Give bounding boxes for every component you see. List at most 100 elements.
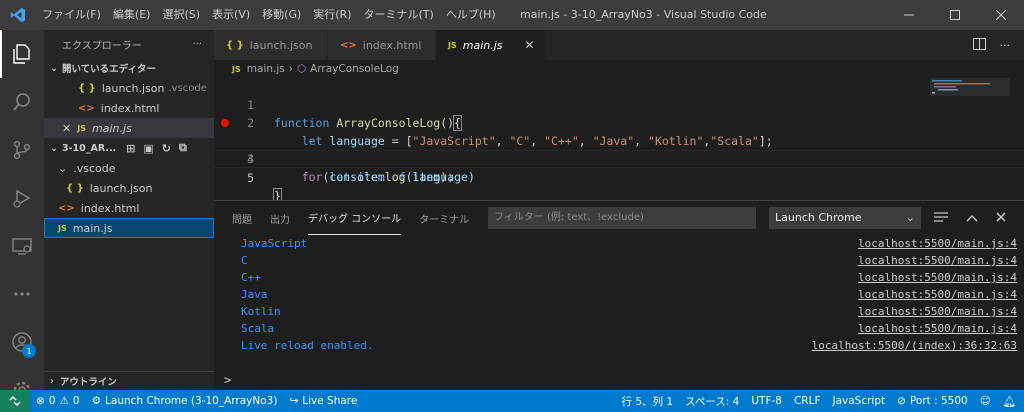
tree-file-launch-json[interactable]: { } launch.json: [44, 178, 214, 198]
json-file-icon: { }: [66, 182, 84, 194]
line-number: 5: [247, 171, 254, 185]
launch-config-select[interactable]: Launch Chrome ⌄: [769, 207, 921, 229]
tab-launch-json[interactable]: { } launch.json: [214, 30, 328, 60]
source-link[interactable]: localhost:5500/main.js:4: [858, 303, 1017, 320]
debug-status[interactable]: ⚙ Launch Chrome (3-10_ArrayNo3): [86, 395, 284, 407]
source-link[interactable]: localhost:5500/main.js:4: [858, 235, 1017, 252]
close-tab-icon[interactable]: ✕: [525, 38, 535, 52]
cursor-position[interactable]: 行 5、列 1: [616, 394, 680, 409]
search-icon[interactable]: [0, 78, 44, 126]
console-input[interactable]: >: [224, 373, 231, 387]
tree-folder-vscode[interactable]: ⌄ .vscode: [44, 158, 214, 178]
open-editor-detail: .vscode: [168, 82, 207, 94]
open-editor-launch-json[interactable]: { } launch.json .vscode: [44, 78, 214, 98]
breadcrumb-symbol[interactable]: ArrayConsoleLog: [310, 63, 399, 75]
new-file-icon[interactable]: ⊞: [126, 142, 135, 155]
maximize-panel-icon[interactable]: [966, 212, 978, 225]
tab-actions: ···: [972, 30, 1024, 60]
minimize-button[interactable]: [886, 0, 932, 30]
split-editor-icon[interactable]: [972, 37, 986, 53]
console-line: Clocalhost:5500/main.js:4: [241, 252, 1017, 269]
chevron-right-icon: ›: [50, 375, 54, 387]
status-right: 行 5、列 1 スペース: 4 UTF-8 CRLF JavaScript ⊘ P…: [616, 390, 1024, 412]
more-icon[interactable]: [0, 270, 44, 318]
clear-console-icon[interactable]: [934, 211, 948, 226]
tab-index-html[interactable]: <> index.html: [328, 30, 436, 60]
chevron-down-icon: ⌄: [905, 211, 915, 224]
tree-label: main.js: [72, 221, 113, 235]
run-debug-icon[interactable]: [0, 174, 44, 222]
console-line: JavaScript localhost:5500/main.js:4: [241, 235, 1017, 252]
liveshare-status[interactable]: ↪ Live Share: [283, 395, 363, 407]
source-link[interactable]: localhost:5500/main.js:4: [858, 252, 1017, 269]
tree-file-index-html[interactable]: <> index.html: [44, 198, 214, 218]
js-file-icon: JS: [77, 123, 86, 133]
code-editor[interactable]: 1 function ArrayConsoleLog(){ 2 let lang…: [214, 78, 1024, 204]
more-actions-icon[interactable]: ···: [192, 39, 202, 50]
source-control-icon[interactable]: [0, 126, 44, 174]
menu-terminal[interactable]: ターミナル(T): [358, 0, 440, 30]
outline-title: アウトライン: [59, 377, 117, 388]
more-actions-icon[interactable]: ···: [1000, 39, 1011, 52]
minimap[interactable]: [930, 78, 1010, 118]
tab-problems[interactable]: 問題: [232, 201, 252, 235]
open-editor-index-html[interactable]: <> index.html: [44, 98, 214, 118]
close-icon[interactable]: ✕: [62, 122, 71, 135]
line-ending[interactable]: CRLF: [788, 395, 827, 407]
menu-go[interactable]: 移動(G): [256, 0, 307, 30]
no-entry-icon: ⊘: [897, 395, 906, 407]
indentation[interactable]: スペース: 4: [679, 394, 745, 409]
folder-title: 3-10_AR...: [61, 142, 117, 154]
chevron-down-icon: ⌄: [50, 62, 58, 74]
open-editor-main-js[interactable]: ✕ JS main.js: [44, 118, 214, 138]
problems-status[interactable]: ⊗ 0 ⚠ 0: [30, 395, 86, 407]
tab-terminal[interactable]: ターミナル: [419, 201, 469, 235]
menu-run[interactable]: 実行(R): [307, 0, 357, 30]
tab-debug-console[interactable]: デバッグ コンソール: [308, 201, 402, 235]
live-server-status[interactable]: ⊘ Port : 5500: [891, 395, 974, 407]
breakpoint-icon[interactable]: [221, 119, 229, 127]
error-icon: ⊗: [36, 395, 45, 407]
menu-file[interactable]: ファイル(F): [36, 0, 107, 30]
filter-input[interactable]: フィルター (例: text、!exclude): [488, 207, 756, 229]
accounts-icon[interactable]: 1: [0, 318, 44, 366]
notifications-bell-icon[interactable]: 🔔︎: [997, 395, 1024, 408]
maximize-button[interactable]: [932, 0, 978, 30]
collapse-all-icon[interactable]: ⧉: [179, 141, 187, 155]
html-file-icon: <>: [340, 39, 357, 51]
source-link[interactable]: localhost:5500/main.js:4: [858, 286, 1017, 303]
js-file-icon: JS: [58, 223, 67, 233]
source-link[interactable]: localhost:5500/main.js:4: [858, 269, 1017, 286]
close-window-button[interactable]: [978, 0, 1024, 30]
menu-help[interactable]: ヘルプ(H): [440, 0, 502, 30]
menu-edit[interactable]: 編集(E): [107, 0, 157, 30]
folder-section[interactable]: ⌄ 3-10_AR... ⊞ ▣ ↻ ⧉: [44, 138, 214, 158]
language-mode[interactable]: JavaScript: [827, 395, 892, 407]
tree-label: index.html: [80, 201, 140, 215]
refresh-icon[interactable]: ↻: [162, 142, 171, 155]
source-link[interactable]: localhost:5500/main.js:4: [858, 320, 1017, 337]
status-bar: ⊗ 0 ⚠ 0 ⚙ Launch Chrome (3-10_ArrayNo3) ↪ Li…: [0, 390, 1024, 412]
tab-output[interactable]: 出力: [270, 201, 290, 235]
open-editors-section[interactable]: ⌄ 開いているエディター: [44, 58, 214, 78]
explorer-icon[interactable]: [0, 30, 44, 78]
tab-main-js[interactable]: JS main.js ✕: [436, 30, 546, 60]
feedback-icon[interactable]: ☺: [974, 395, 997, 407]
tree-file-main-js[interactable]: JS main.js: [44, 218, 214, 238]
remote-icon[interactable]: [0, 390, 30, 412]
code-line-current: 5 }: [214, 150, 1024, 204]
json-file-icon: { }: [78, 82, 96, 94]
breadcrumb-file[interactable]: main.js: [247, 63, 285, 75]
source-link[interactable]: localhost:5500/(index):36:32:63: [812, 337, 1017, 354]
menu-selection[interactable]: 選択(S): [156, 0, 206, 30]
menu-view[interactable]: 表示(V): [206, 0, 256, 30]
code-line: 3 for(let item of language): [214, 114, 1024, 184]
remote-explorer-icon[interactable]: [0, 222, 44, 270]
new-folder-icon[interactable]: ▣: [143, 142, 153, 155]
encoding[interactable]: UTF-8: [745, 395, 788, 407]
console-line: Live reload enabled. localhost:5500/(inde…: [241, 337, 1017, 354]
breadcrumb: JS main.js › ⬡ ArrayConsoleLog: [214, 60, 1024, 78]
outline-section[interactable]: › アウトライン: [44, 371, 214, 390]
explorer-sidebar: エクスプローラー ··· ⌄ 開いているエディター { } launch.jso…: [44, 30, 214, 390]
close-panel-icon[interactable]: [996, 212, 1006, 225]
